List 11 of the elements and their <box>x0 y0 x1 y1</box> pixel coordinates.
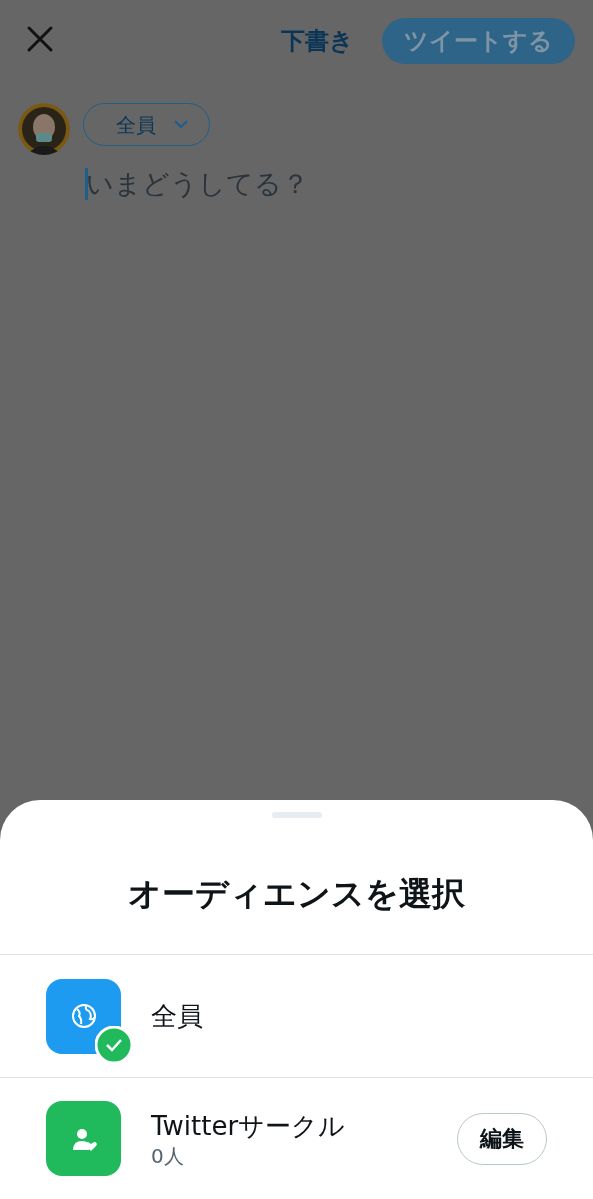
sheet-title: オーディエンスを選択 <box>127 874 466 914</box>
globe-icon <box>70 1003 97 1029</box>
close-icon[interactable] <box>26 25 54 53</box>
chevron-down-icon <box>174 120 188 129</box>
drag-handle[interactable] <box>271 812 322 818</box>
text-cursor <box>85 168 88 200</box>
member-count: 0人 <box>151 1142 185 1169</box>
option-label: Twitterサークル <box>151 1109 347 1143</box>
tweet-input-field[interactable]: いまどうしてる？ <box>85 164 565 208</box>
check-badge-icon <box>95 1025 133 1064</box>
option-label: 全員 <box>151 1000 204 1033</box>
